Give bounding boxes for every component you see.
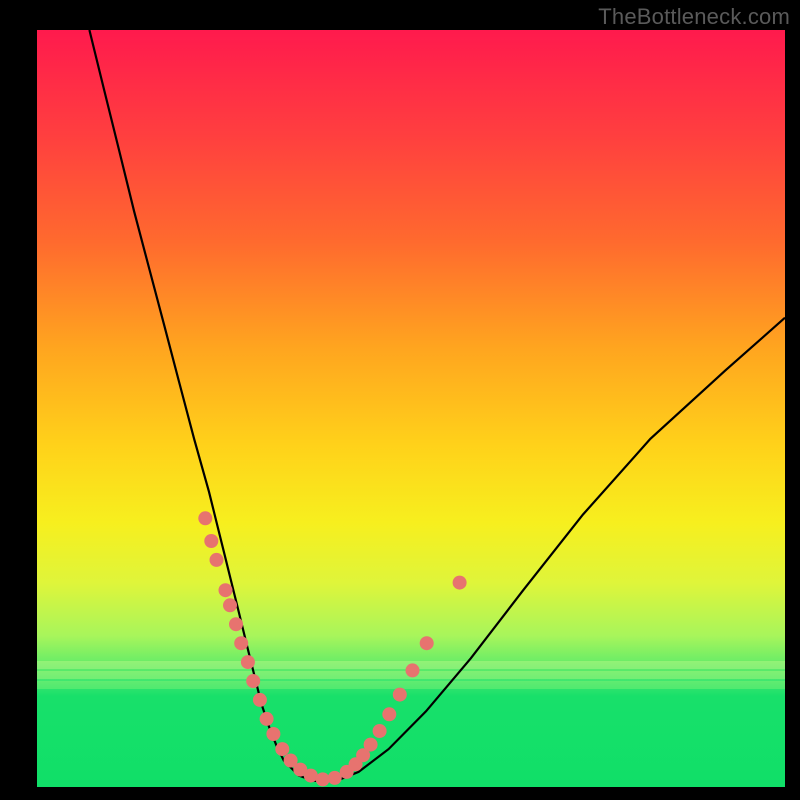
- data-marker: [241, 655, 255, 669]
- data-marker: [382, 707, 396, 721]
- data-marker: [304, 769, 318, 783]
- data-marker: [406, 663, 420, 677]
- curve-layer: [89, 30, 785, 781]
- data-marker: [204, 534, 218, 548]
- data-marker: [234, 636, 248, 650]
- data-marker: [198, 511, 212, 525]
- data-marker: [393, 688, 407, 702]
- data-marker: [373, 724, 387, 738]
- data-marker: [275, 742, 289, 756]
- data-marker: [420, 636, 434, 650]
- bottleneck-curve: [89, 30, 785, 781]
- data-marker: [223, 598, 237, 612]
- chart-frame: TheBottleneck.com: [0, 0, 800, 800]
- chart-svg: [37, 30, 785, 787]
- data-marker: [266, 727, 280, 741]
- watermark-text: TheBottleneck.com: [598, 4, 790, 30]
- data-marker: [328, 771, 342, 785]
- data-marker: [260, 712, 274, 726]
- data-marker: [219, 583, 233, 597]
- right-marker-group: [328, 576, 467, 785]
- data-marker: [246, 674, 260, 688]
- data-marker: [253, 693, 267, 707]
- data-marker: [210, 553, 224, 567]
- plot-area: [37, 30, 785, 787]
- data-marker: [453, 576, 467, 590]
- data-marker: [364, 738, 378, 752]
- data-marker: [229, 617, 243, 631]
- left-marker-group: [198, 511, 329, 786]
- data-marker: [316, 772, 330, 786]
